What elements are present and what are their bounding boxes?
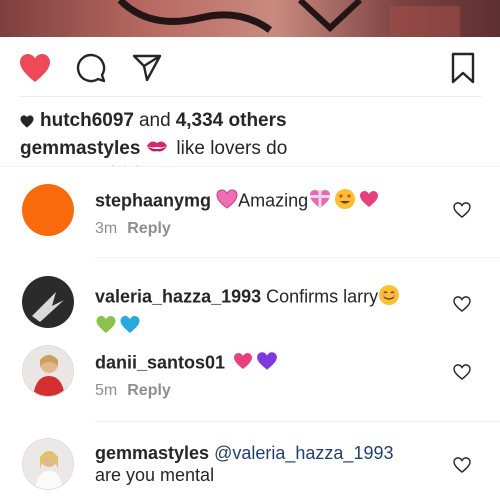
- comment-like-button[interactable]: [451, 199, 473, 221]
- comment-username[interactable]: danii_santos01: [95, 352, 225, 372]
- reply-button[interactable]: Reply: [127, 220, 171, 237]
- comment-text: Amazing: [238, 190, 309, 211]
- comment-body: valeria_hazza_1993 Confirms larry: [95, 284, 440, 339]
- comment-username[interactable]: valeria_hazza_1993: [95, 286, 261, 306]
- send-icon: [132, 54, 162, 82]
- comment-button[interactable]: [74, 51, 108, 85]
- comment-item: stephaanymg Amazing 3m Reply: [0, 178, 500, 248]
- comment-meta: 3m Reply: [95, 220, 171, 238]
- likes-conjunction: and: [138, 110, 171, 131]
- comment-body: danii_santos01: [95, 351, 440, 376]
- comment-meta: 5m Reply: [95, 382, 171, 400]
- comment-like-button[interactable]: [451, 293, 473, 315]
- avatar[interactable]: [22, 345, 74, 397]
- avatar[interactable]: [22, 276, 74, 328]
- sparkling-heart-icon: [216, 189, 238, 214]
- kiss-mark-icon: [146, 138, 168, 160]
- post-photo[interactable]: [0, 0, 500, 37]
- reply-button[interactable]: Reply: [127, 382, 171, 399]
- heart-outline-icon: [453, 296, 471, 312]
- save-button[interactable]: [446, 51, 480, 85]
- comment-body: gemmastyles @valeria_hazza_1993 are you …: [95, 442, 440, 486]
- divider: [95, 421, 500, 422]
- divider: [18, 96, 482, 97]
- caption-username[interactable]: gemmastyles: [20, 138, 140, 160]
- comment-time: 5m: [95, 382, 118, 399]
- comment-icon: [76, 53, 106, 83]
- divider: [95, 257, 500, 258]
- post-action-bar: [0, 37, 500, 97]
- gift-heart-icon: [308, 189, 332, 214]
- pink-heart-icon: [233, 352, 253, 375]
- heart-eyes-icon: [334, 188, 356, 215]
- likes-count[interactable]: 4,334 others: [176, 110, 287, 132]
- heart-filled-icon: [20, 54, 50, 82]
- share-button[interactable]: [130, 51, 164, 85]
- green-heart-icon: [95, 315, 117, 339]
- comment-item: valeria_hazza_1993 Confirms larry: [0, 270, 500, 336]
- comment-body: stephaanymg Amazing: [95, 188, 440, 215]
- avatar[interactable]: [22, 184, 74, 236]
- like-button[interactable]: [18, 51, 52, 85]
- divider: [0, 166, 500, 167]
- comment-like-button[interactable]: [451, 361, 473, 383]
- blue-heart-icon: [119, 315, 141, 339]
- heart-outline-icon: [453, 364, 471, 380]
- heart-icon: [359, 190, 379, 213]
- comment-text: Confirms larry: [266, 286, 379, 307]
- comment-username[interactable]: stephaanymg: [95, 190, 211, 210]
- heart-outline-icon: [453, 202, 471, 218]
- caption-text: like lovers do: [176, 138, 288, 159]
- comment-time: 3m: [95, 220, 118, 237]
- avatar[interactable]: [22, 438, 74, 490]
- purple-heart-icon: [256, 351, 278, 376]
- comment-item: danii_santos01 5m Reply: [0, 340, 500, 410]
- comment-item: gemmastyles @valeria_hazza_1993 are you …: [0, 432, 500, 500]
- post-caption: gemmastyles like lovers do: [20, 138, 287, 160]
- heart-outline-icon: [453, 457, 471, 473]
- heart-small-icon: [20, 114, 34, 128]
- bookmark-icon: [451, 52, 475, 84]
- smiling-face-icon: [378, 284, 400, 311]
- comment-like-button[interactable]: [451, 454, 473, 476]
- likes-summary[interactable]: hutch6097 and 4,334 others: [20, 110, 287, 132]
- comment-mention[interactable]: @valeria_hazza_1993: [214, 443, 393, 463]
- liked-by-username[interactable]: hutch6097: [40, 110, 134, 132]
- comment-username[interactable]: gemmastyles: [95, 443, 209, 463]
- comment-text: are you mental: [95, 465, 215, 485]
